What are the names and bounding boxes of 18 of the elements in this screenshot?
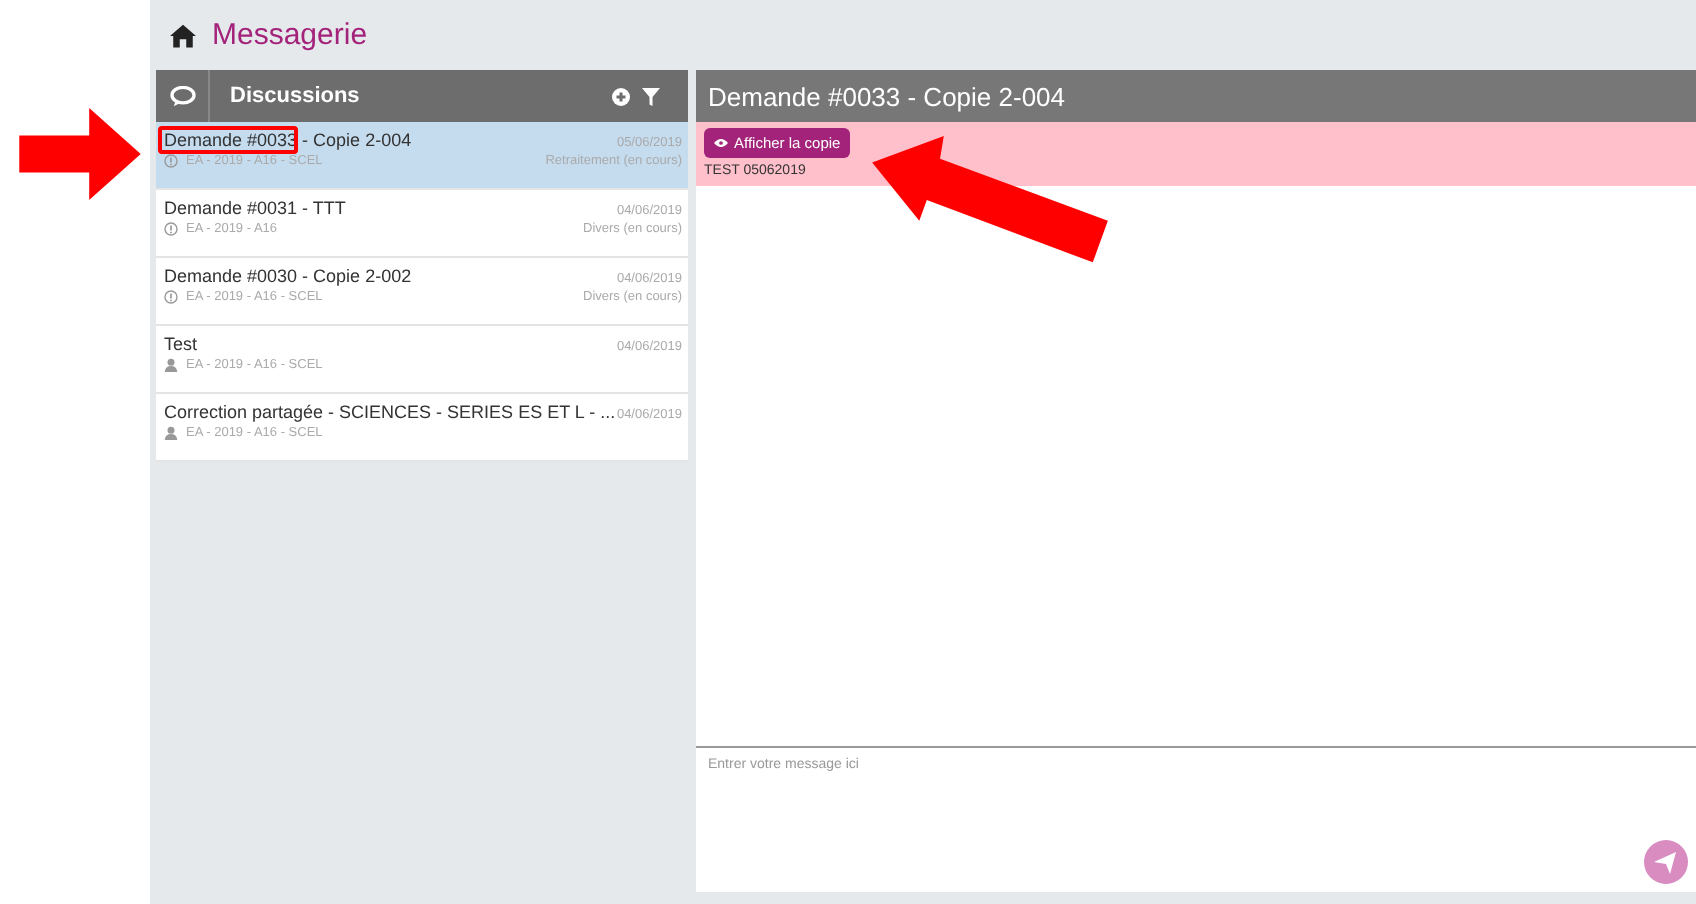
- home-icon[interactable]: [170, 23, 196, 47]
- info-icon: [164, 154, 178, 168]
- conversation-title: Demande #0033 - Copie 2-004: [708, 81, 1066, 111]
- add-icon[interactable]: [612, 87, 630, 105]
- info-icon: [164, 222, 178, 236]
- person-icon: [164, 358, 178, 372]
- discussions-title: Discussions: [230, 84, 362, 108]
- chat-icon: [169, 85, 195, 107]
- eye-icon: [714, 138, 728, 148]
- arrow-drawing: [18, 108, 142, 200]
- person-icon: [164, 426, 178, 440]
- discussion-title: Demande #0031 - TTT: [164, 198, 346, 218]
- page-title: Messagerie: [212, 18, 368, 52]
- discussion-title: Correction partagée - SCIENCES - SERIES ES ET L - ...: [164, 402, 613, 422]
- discussion-title: Test: [164, 334, 198, 354]
- filter-icon[interactable]: [642, 87, 660, 105]
- discussion-title: Demande #0030 - Copie 2-002: [164, 266, 412, 286]
- info-icon: [164, 290, 178, 304]
